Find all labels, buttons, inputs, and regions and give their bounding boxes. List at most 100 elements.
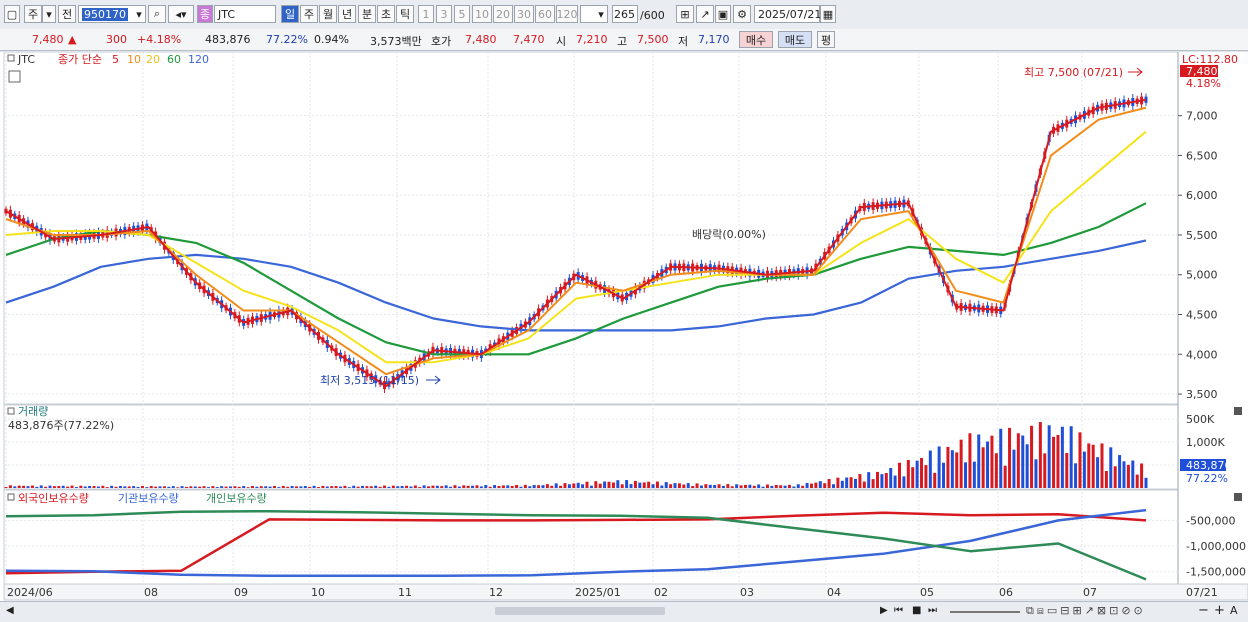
speaker-icon[interactable]: ◂▾ bbox=[168, 5, 194, 23]
volume-bar bbox=[206, 487, 210, 488]
ma-legend-prefix: 종가 단순 bbox=[58, 53, 102, 66]
zoom-out-icon[interactable]: − bbox=[1198, 603, 1209, 618]
volume-bar bbox=[774, 484, 778, 488]
search-icon[interactable]: ⌕ bbox=[148, 5, 166, 23]
count-input[interactable]: 265 bbox=[612, 5, 638, 23]
volume-bar bbox=[752, 485, 756, 488]
tab-minute[interactable]: 분 bbox=[358, 5, 376, 23]
tool-icons[interactable]: ⧉⧈▭⊟⊞↗⊠⊡⊘⊙ bbox=[1026, 604, 1146, 618]
tab-tick[interactable]: 틱 bbox=[396, 5, 414, 23]
volume-bar bbox=[418, 487, 422, 488]
panel-close-icon[interactable] bbox=[1234, 407, 1242, 415]
volume-bar bbox=[625, 480, 629, 488]
volume-bar bbox=[986, 441, 990, 488]
period-button-1[interactable]: 주 bbox=[24, 5, 42, 23]
volume-tag-pct: 77.22% bbox=[1186, 472, 1228, 485]
rewind-icon[interactable]: ⏮ bbox=[894, 605, 903, 616]
volume-bar bbox=[1100, 443, 1104, 488]
volume-bar bbox=[237, 486, 241, 488]
play-icon[interactable]: ▶ bbox=[880, 605, 888, 616]
preset-5[interactable]: 5 bbox=[454, 5, 470, 23]
volume-bar bbox=[541, 485, 545, 488]
chevron-down-icon[interactable]: ▾ bbox=[594, 5, 608, 23]
volume-bar bbox=[193, 486, 197, 488]
indicator-icon[interactable]: ↗ bbox=[696, 5, 714, 23]
volume-bar bbox=[259, 486, 263, 488]
up-triangle-icon: ▲ bbox=[68, 33, 77, 46]
scroll-bar[interactable]: ◀ ▶ ⏮ ■ ⏭ ⧉⧈▭⊟⊞↗⊠⊡⊘⊙ − + A bbox=[0, 601, 1248, 622]
y-tick-label: 5,000 bbox=[1186, 269, 1218, 282]
volume-bar bbox=[158, 486, 162, 488]
volume-bar bbox=[1047, 425, 1051, 488]
font-size-icon[interactable]: A bbox=[1230, 604, 1238, 617]
volume-bar bbox=[312, 485, 316, 488]
chart-svg[interactable]: 2024/06 08 09 10 11 12 2025/01 02 03 04 05 06 07 3,50… bbox=[0, 51, 1248, 602]
sell-button[interactable]: 매도 bbox=[778, 31, 812, 48]
volume-bar bbox=[189, 486, 193, 488]
volume-bar bbox=[224, 486, 228, 488]
table-icon[interactable] bbox=[8, 70, 21, 83]
save-icon[interactable]: ▣ bbox=[715, 5, 731, 23]
volume-bar bbox=[567, 484, 571, 488]
preset-60[interactable]: 60 bbox=[535, 5, 555, 23]
volume-bar bbox=[981, 447, 985, 488]
volume-bar bbox=[537, 485, 541, 488]
zoom-slider[interactable] bbox=[950, 611, 1020, 613]
buy-button[interactable]: 매수 bbox=[739, 31, 773, 48]
volume-bar bbox=[1131, 460, 1135, 488]
name-field[interactable]: JTC bbox=[214, 5, 276, 23]
window-icon[interactable]: ▢ bbox=[4, 5, 20, 23]
volume-bar bbox=[79, 485, 83, 488]
volume-bar bbox=[1016, 433, 1020, 488]
scroll-thumb[interactable] bbox=[495, 607, 665, 615]
volume-bar bbox=[123, 486, 127, 488]
volume-bar bbox=[378, 486, 382, 488]
volume-bar bbox=[884, 472, 888, 488]
preset-3[interactable]: 3 bbox=[436, 5, 452, 23]
volume-bar bbox=[405, 485, 409, 488]
volume-bar bbox=[770, 485, 774, 488]
preset-120[interactable]: 120 bbox=[556, 5, 578, 23]
period-button-2[interactable]: 전 bbox=[58, 5, 76, 23]
calendar-icon[interactable]: ▦ bbox=[820, 5, 836, 23]
candle-type-icon[interactable]: ⊞ bbox=[676, 5, 694, 23]
preset-1[interactable]: 1 bbox=[418, 5, 434, 23]
volume-bar bbox=[506, 485, 510, 488]
date-input[interactable]: 2025/07/21 bbox=[754, 5, 821, 23]
volume-bar bbox=[246, 487, 250, 488]
avg-button[interactable]: 평 bbox=[817, 31, 835, 48]
volume-bar bbox=[889, 467, 893, 488]
volume-bar bbox=[898, 462, 902, 488]
preset-20[interactable]: 20 bbox=[493, 5, 513, 23]
fast-forward-icon[interactable]: ⏭ bbox=[928, 605, 937, 616]
volume-bar bbox=[924, 465, 928, 488]
volume-bar bbox=[827, 479, 831, 488]
y-tick-label: 6,500 bbox=[1186, 149, 1218, 162]
volume-bar bbox=[1065, 453, 1069, 488]
stop-icon[interactable]: ■ bbox=[912, 605, 921, 616]
tab-day[interactable]: 일 bbox=[281, 5, 299, 23]
volume-bar bbox=[286, 486, 290, 488]
volume-bar bbox=[765, 484, 769, 488]
volume-bar bbox=[515, 484, 519, 488]
tab-week[interactable]: 주 bbox=[300, 5, 318, 23]
ask-label: 호가 bbox=[431, 35, 452, 48]
code-value: 950170 bbox=[82, 7, 128, 21]
volume-bar bbox=[589, 485, 593, 488]
chevron-down-icon[interactable]: ▾ bbox=[42, 5, 56, 23]
gear-icon[interactable]: ⚙ bbox=[733, 5, 751, 23]
tab-month[interactable]: 월 bbox=[319, 5, 337, 23]
chevron-down-icon[interactable]: ▾ bbox=[132, 5, 146, 23]
volume-bar bbox=[651, 484, 655, 488]
zoom-in-icon[interactable]: + bbox=[1214, 603, 1225, 618]
volume-bar bbox=[497, 485, 501, 488]
tab-second[interactable]: 초 bbox=[377, 5, 395, 23]
tab-year[interactable]: 년 bbox=[338, 5, 356, 23]
volume-bar bbox=[409, 486, 413, 488]
preset-10[interactable]: 10 bbox=[472, 5, 492, 23]
y-tick-label: -1,500,000 bbox=[1186, 566, 1246, 579]
volume-bar bbox=[532, 484, 536, 488]
scroll-left-icon[interactable]: ◀ bbox=[6, 605, 14, 616]
preset-30[interactable]: 30 bbox=[514, 5, 534, 23]
panel-close-icon[interactable] bbox=[1234, 493, 1242, 501]
